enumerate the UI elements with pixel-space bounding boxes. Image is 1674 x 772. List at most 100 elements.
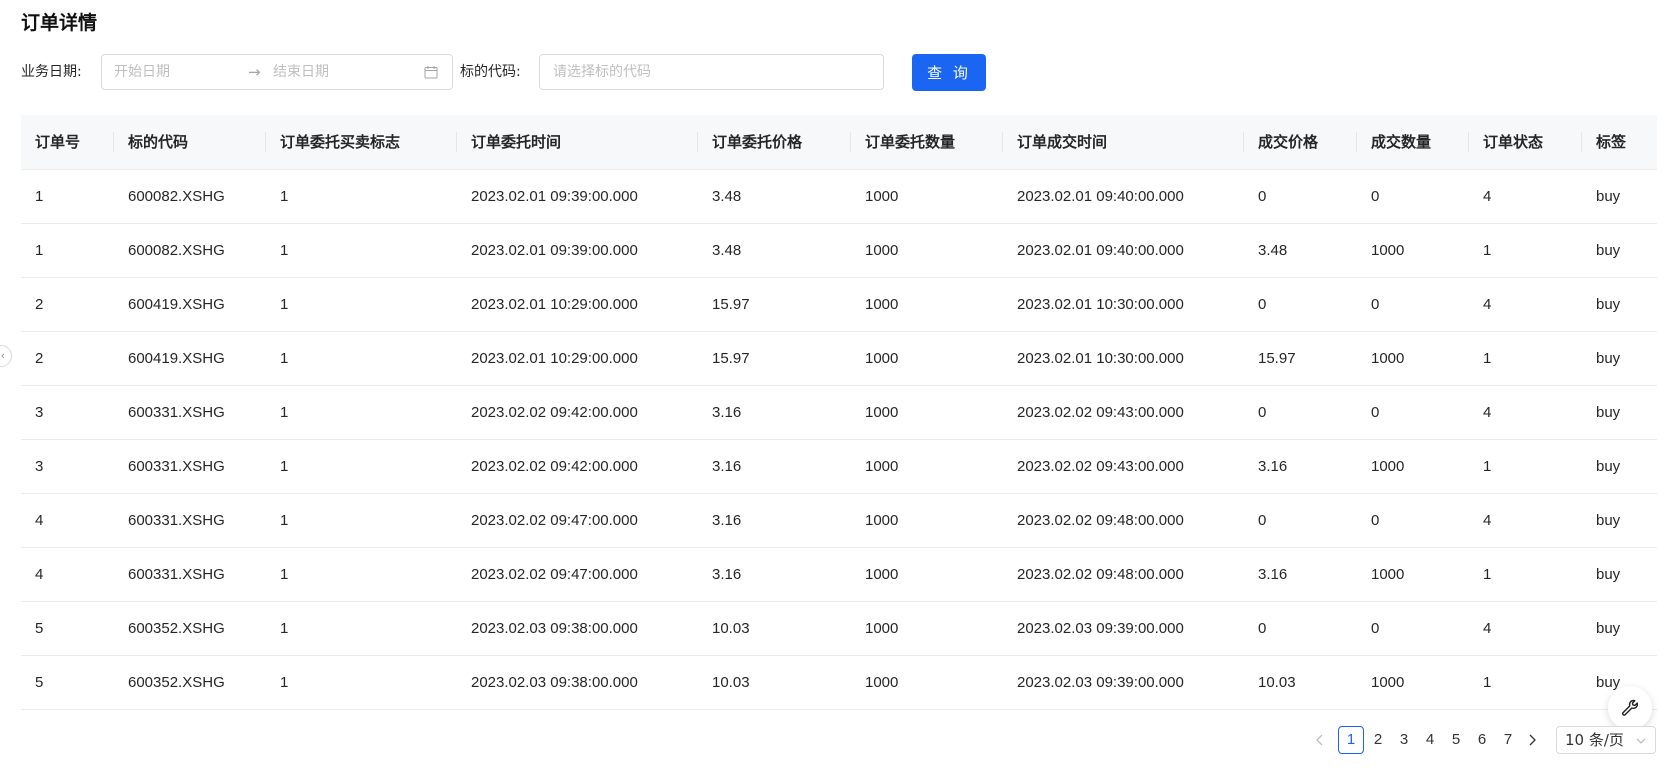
- filter-bar: 业务日期: 开始日期 → 结束日期 标的代码: 查 询: [21, 54, 1661, 91]
- table-cell: 3.16: [698, 439, 851, 494]
- table-cell: 15.97: [698, 277, 851, 332]
- symbol-label: 标的代码:: [460, 64, 521, 80]
- date-range-picker[interactable]: 开始日期 → 结束日期: [101, 54, 453, 90]
- table-cell: 15.97: [1244, 331, 1357, 386]
- page-number-6[interactable]: 6: [1472, 726, 1492, 754]
- table-cell: 600419.XSHG: [114, 331, 266, 386]
- table-cell: 1: [1469, 439, 1582, 494]
- column-header: 订单委托时间: [457, 115, 698, 170]
- arrow-right-icon: →: [248, 63, 261, 81]
- table-cell: 1000: [851, 331, 1003, 386]
- table-cell: 1: [266, 223, 457, 278]
- table-body: 1 600082.XSHG 1 2023.02.01 09:39:00.000 3.48…: [21, 169, 1657, 710]
- table-row: 1 600082.XSHG 1 2023.02.01 09:39:00.000 3.48…: [21, 223, 1657, 278]
- table-cell: 4: [21, 493, 114, 548]
- table-row: 5 600352.XSHG 1 2023.02.03 09:38:00.000 10.0…: [21, 655, 1657, 710]
- table-cell: 3.48: [698, 223, 851, 278]
- column-header: 订单委托买卖标志: [266, 115, 457, 170]
- date-label: 业务日期:: [21, 64, 82, 80]
- table-row: 4 600331.XSHG 1 2023.02.02 09:47:00.000 3.16…: [21, 493, 1657, 548]
- table-cell: 0: [1357, 277, 1469, 332]
- table-cell: 10.03: [1244, 655, 1357, 710]
- table-cell: 3.48: [1244, 223, 1357, 278]
- table-cell: 1000: [1357, 331, 1469, 386]
- table-cell: 4: [1469, 169, 1582, 224]
- chevron-down-icon: [1636, 738, 1646, 744]
- table-cell: 2023.02.03 09:38:00.000: [457, 655, 698, 710]
- page-number-5[interactable]: 5: [1446, 726, 1466, 754]
- table-cell: 0: [1357, 493, 1469, 548]
- table-cell: 15.97: [698, 331, 851, 386]
- table-cell: 2023.02.02 09:42:00.000: [457, 439, 698, 494]
- column-header: 成交价格: [1244, 115, 1357, 170]
- table-cell: 2023.02.02 09:47:00.000: [457, 547, 698, 602]
- table-cell: 2023.02.03 09:39:00.000: [1003, 655, 1244, 710]
- table-cell: 10.03: [698, 601, 851, 656]
- table-row: 3 600331.XSHG 1 2023.02.02 09:42:00.000 3.16…: [21, 385, 1657, 440]
- column-header-label: 标的代码: [128, 133, 189, 152]
- column-header: 订单状态: [1469, 115, 1582, 170]
- table-cell: 3.48: [698, 169, 851, 224]
- query-button[interactable]: 查 询: [912, 54, 986, 91]
- chevron-left-icon[interactable]: ‹: [0, 345, 12, 367]
- table-cell: 1: [266, 655, 457, 710]
- table-cell: 0: [1244, 493, 1357, 548]
- column-header-label: 标签: [1596, 133, 1627, 152]
- table-cell: 1: [1469, 547, 1582, 602]
- page-title: 订单详情: [21, 12, 98, 34]
- column-header-label: 订单成交时间: [1017, 133, 1108, 152]
- page-number-7[interactable]: 7: [1498, 726, 1518, 754]
- table-cell: 4: [1469, 493, 1582, 548]
- column-header-label: 成交数量: [1371, 133, 1432, 152]
- column-header: 订单委托价格: [698, 115, 851, 170]
- table-cell: 1000: [851, 439, 1003, 494]
- table-cell: 2023.02.02 09:48:00.000: [1003, 493, 1244, 548]
- page-number-2[interactable]: 2: [1368, 726, 1388, 754]
- column-header: 成交数量: [1357, 115, 1469, 170]
- table-cell: 1: [266, 331, 457, 386]
- table-cell: 1: [266, 601, 457, 656]
- table-cell: 1: [266, 169, 457, 224]
- table-cell: 2023.02.01 09:40:00.000: [1003, 223, 1244, 278]
- table-cell: 3.16: [1244, 547, 1357, 602]
- table-cell: 5: [21, 601, 114, 656]
- page-number-1[interactable]: 1: [1338, 726, 1364, 754]
- table-cell: buy: [1582, 439, 1657, 494]
- table-cell: 0: [1244, 277, 1357, 332]
- table-cell: 3.16: [698, 385, 851, 440]
- start-date-input[interactable]: 开始日期: [114, 55, 170, 89]
- end-date-input[interactable]: 结束日期: [273, 55, 329, 89]
- table-row: 4 600331.XSHG 1 2023.02.02 09:47:00.000 3.16…: [21, 547, 1657, 602]
- table-row: 2 600419.XSHG 1 2023.02.01 10:29:00.000 15.9…: [21, 331, 1657, 386]
- table-cell: 2023.02.03 09:39:00.000: [1003, 601, 1244, 656]
- table-cell: 2023.02.02 09:43:00.000: [1003, 385, 1244, 440]
- symbol-select-input[interactable]: [539, 54, 884, 90]
- table-cell: 1000: [851, 169, 1003, 224]
- pagination: 1234567 10 条/页: [1310, 726, 1660, 754]
- tool-button[interactable]: [1608, 686, 1652, 730]
- table-cell: 1000: [851, 655, 1003, 710]
- column-header-label: 成交价格: [1258, 133, 1319, 152]
- next-page-icon[interactable]: [1522, 726, 1542, 754]
- table-cell: 2023.02.01 10:30:00.000: [1003, 331, 1244, 386]
- table-row: 5 600352.XSHG 1 2023.02.03 09:38:00.000 10.0…: [21, 601, 1657, 656]
- table-cell: 0: [1244, 601, 1357, 656]
- page-number-4[interactable]: 4: [1420, 726, 1440, 754]
- table-cell: 3.16: [698, 493, 851, 548]
- table-cell: 2023.02.01 10:29:00.000: [457, 277, 698, 332]
- prev-page-icon[interactable]: [1310, 726, 1330, 754]
- table-cell: 1: [266, 493, 457, 548]
- column-header: 订单委托数量: [851, 115, 1003, 170]
- table-cell: 2023.02.01 09:39:00.000: [457, 223, 698, 278]
- column-header: 订单成交时间: [1003, 115, 1244, 170]
- table-cell: 600331.XSHG: [114, 385, 266, 440]
- table-cell: 1: [21, 223, 114, 278]
- table-cell: 4: [1469, 385, 1582, 440]
- table-cell: 1000: [851, 277, 1003, 332]
- table-cell: 1000: [851, 493, 1003, 548]
- table-cell: 1000: [1357, 223, 1469, 278]
- table-cell: 2023.02.02 09:43:00.000: [1003, 439, 1244, 494]
- page-size-select[interactable]: 10 条/页: [1556, 726, 1656, 754]
- page-number-3[interactable]: 3: [1394, 726, 1414, 754]
- table-cell: 0: [1244, 169, 1357, 224]
